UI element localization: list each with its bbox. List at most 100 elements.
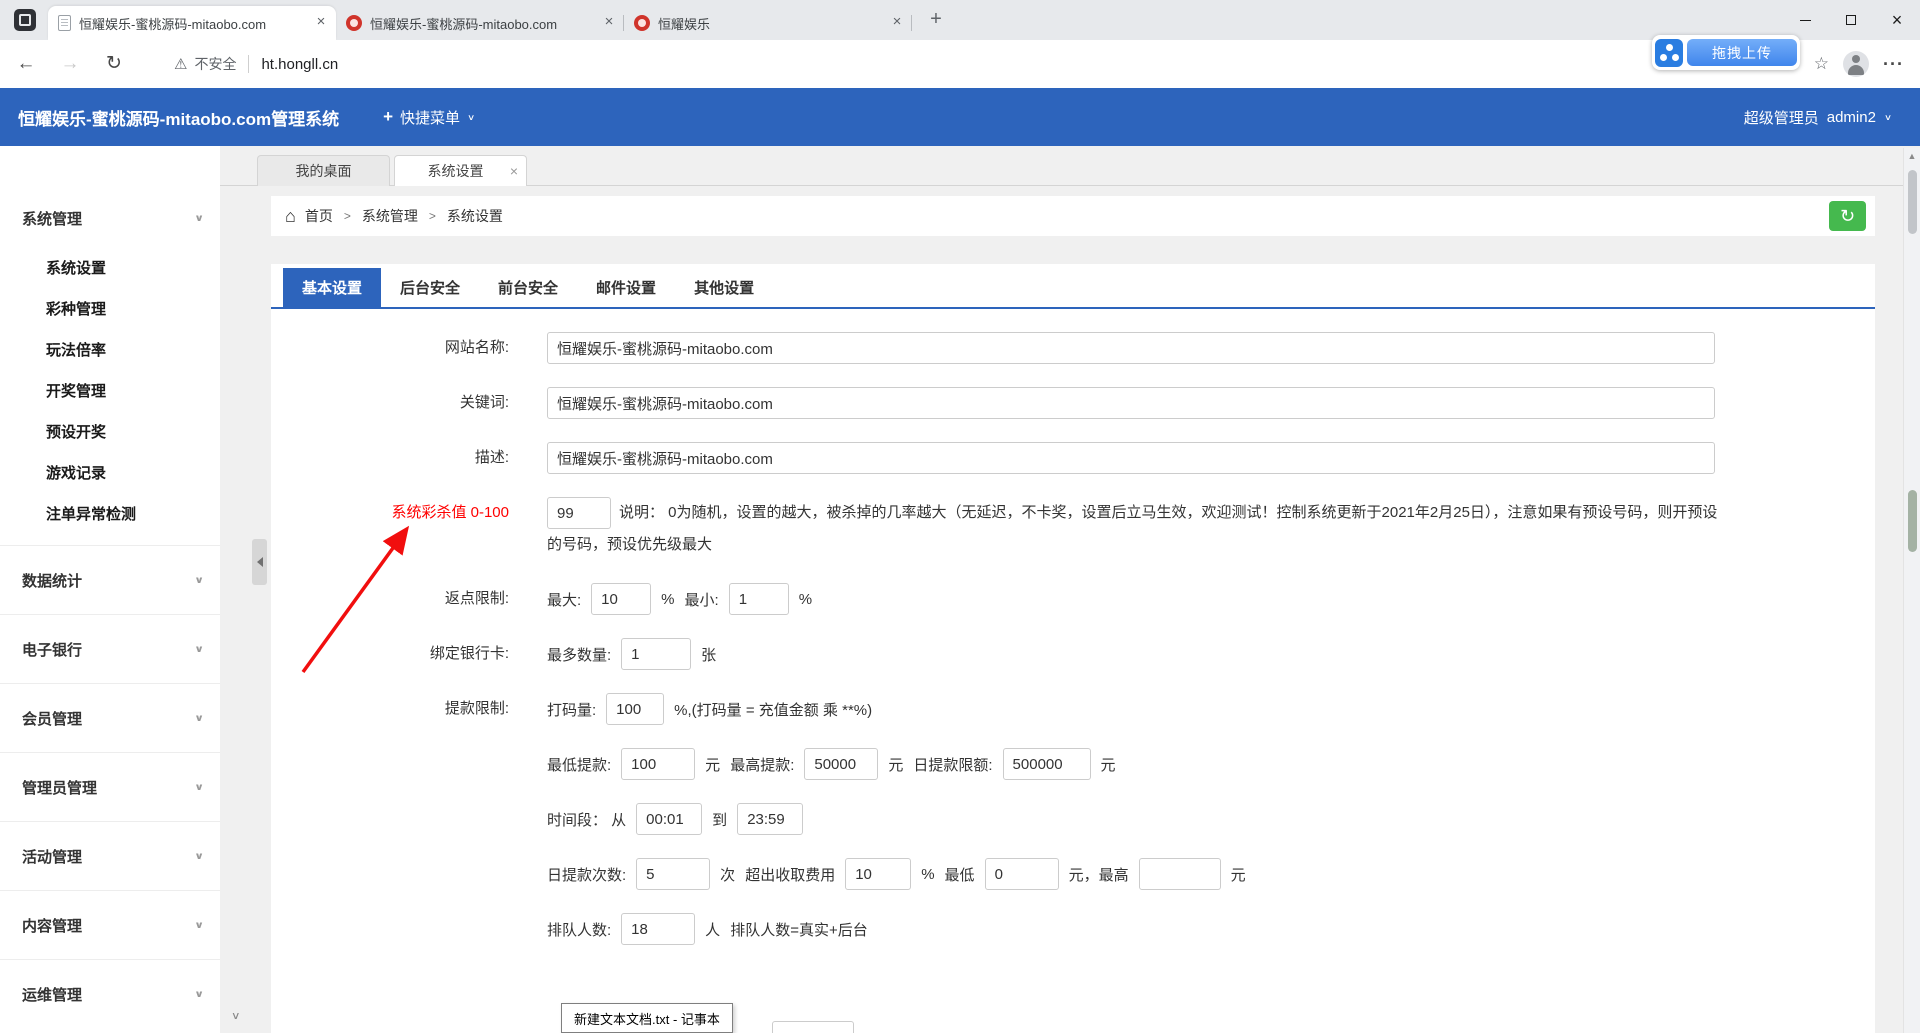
form-row-content: 说明： 0为随机，设置的越大，被杀掉的几率越大（无延迟，不卡奖，设置后立马生效，… <box>509 497 1725 560</box>
next-row-input[interactable] <box>772 1021 854 1033</box>
form-input[interactable] <box>985 858 1059 890</box>
tab-close-icon[interactable]: × <box>510 164 518 178</box>
form-row-5: 绑定银行卡:最多数量:张 <box>271 638 1875 670</box>
form-input[interactable] <box>606 693 664 725</box>
breadcrumb-home[interactable]: 首页 <box>305 206 333 226</box>
sidebar-group-header-0[interactable]: 系统管理∨ <box>0 192 220 244</box>
form-input[interactable] <box>547 497 611 529</box>
breadcrumb-system-management[interactable]: 系统管理 <box>362 206 418 226</box>
form-input[interactable] <box>547 332 1715 364</box>
sidebar-group-header-2[interactable]: 电子银行∨ <box>0 614 220 683</box>
form-row-content <box>509 387 1725 419</box>
form-input[interactable] <box>621 638 691 670</box>
sidebar-group-header-3[interactable]: 会员管理∨ <box>0 683 220 752</box>
drag-upload-extension[interactable]: 拖拽上传 <box>1652 35 1800 70</box>
maximize-button[interactable] <box>1828 0 1874 40</box>
chevron-down-icon: ∨ <box>194 574 204 585</box>
breadcrumb-system-settings[interactable]: 系统设置 <box>447 206 503 226</box>
quick-menu-button[interactable]: + 快捷菜单 ∨ <box>383 107 475 128</box>
sidebar-group-header-4[interactable]: 管理员管理∨ <box>0 752 220 821</box>
form-input[interactable] <box>804 748 878 780</box>
url-text[interactable]: ht.hongll.cn <box>261 56 338 73</box>
form-text: 到 <box>712 809 727 830</box>
form-text: 打码量: <box>547 699 596 720</box>
insecure-warning-icon: ⚠ <box>174 55 187 73</box>
form-input[interactable] <box>547 442 1715 474</box>
form-text: 时间段： 从 <box>547 809 626 830</box>
sidebar-group-4: 管理员管理∨ <box>0 752 220 821</box>
form-input[interactable] <box>621 913 695 945</box>
form-input[interactable] <box>845 858 911 890</box>
forward-button[interactable]: → <box>52 47 88 81</box>
sidebar-group-header-5[interactable]: 活动管理∨ <box>0 821 220 890</box>
settings-tab-前台安全[interactable]: 前台安全 <box>479 268 577 307</box>
new-tab-button[interactable]: + <box>922 6 950 34</box>
main-area: 我的桌面系统设置× ⌂ 首页 > 系统管理 > 系统设置 ↻ 基本设置后台安全前… <box>220 146 1920 1033</box>
drag-upload-button[interactable]: 拖拽上传 <box>1687 39 1797 66</box>
sidebar-item-游戏记录[interactable]: 游戏记录 <box>0 453 220 494</box>
settings-tab-后台安全[interactable]: 后台安全 <box>381 268 479 307</box>
sidebar-collapse-handle[interactable] <box>252 539 267 585</box>
form-text: 日提款次数: <box>547 864 626 885</box>
form-input[interactable] <box>547 387 1715 419</box>
sidebar-group-header-1[interactable]: 数据统计∨ <box>0 545 220 614</box>
form-input[interactable] <box>729 583 789 615</box>
scroll-up-icon[interactable]: ▲ <box>1904 151 1920 161</box>
home-icon: ⌂ <box>285 207 296 225</box>
breadcrumb-separator: > <box>344 209 351 223</box>
tab-close-icon[interactable]: × <box>600 14 618 32</box>
form-input[interactable] <box>737 803 803 835</box>
workspaces-icon[interactable] <box>14 9 36 31</box>
workspace-tab-1[interactable]: 系统设置× <box>394 155 527 186</box>
workspace-tab-0[interactable]: 我的桌面 <box>257 155 390 186</box>
form-row-content <box>509 332 1725 364</box>
form-text: 说明： 0为随机，设置的越大，被杀掉的几率越大（无延迟，不卡奖，设置后立马生效，… <box>547 504 1717 553</box>
browser-menu-icon[interactable]: ··· <box>1883 54 1904 75</box>
sidebar-item-预设开奖[interactable]: 预设开奖 <box>0 412 220 453</box>
sidebar-item-玩法倍率[interactable]: 玩法倍率 <box>0 330 220 371</box>
sidebar-group-2: 电子银行∨ <box>0 614 220 683</box>
sidebar-group-header-6[interactable]: 内容管理∨ <box>0 890 220 959</box>
browser-toolbar: ← → ↻ ⚠ 不安全 ht.hongll.cn ☆ ··· <box>0 40 1920 88</box>
user-menu[interactable]: 超级管理员 admin2 ∨ <box>1744 107 1892 128</box>
settings-tab-邮件设置[interactable]: 邮件设置 <box>577 268 675 307</box>
minimize-button[interactable] <box>1782 0 1828 40</box>
sidebar-item-彩种管理[interactable]: 彩种管理 <box>0 289 220 330</box>
sidebar-item-开奖管理[interactable]: 开奖管理 <box>0 371 220 412</box>
sidebar-group-header-7[interactable]: 运维管理∨ <box>0 959 220 1028</box>
browser-tab-2[interactable]: 恒耀娱乐× <box>624 6 912 40</box>
form-text: 元 <box>705 754 720 775</box>
sidebar-group-1: 数据统计∨ <box>0 545 220 614</box>
settings-tab-其他设置[interactable]: 其他设置 <box>675 268 773 307</box>
browser-tab-0[interactable]: 恒耀娱乐-蜜桃源码-mitaobo.com× <box>48 6 336 40</box>
profile-avatar[interactable] <box>1843 51 1869 77</box>
form-text: 最低 <box>945 864 975 885</box>
form-text: % <box>661 591 674 608</box>
browser-tab-1[interactable]: 恒耀娱乐-蜜桃源码-mitaobo.com× <box>336 6 624 40</box>
form-input[interactable] <box>591 583 651 615</box>
scrollbar[interactable]: ▲ <box>1903 148 1920 1033</box>
chevron-down-icon: ∨ <box>194 850 204 861</box>
reload-button[interactable]: ↻ <box>96 47 132 81</box>
form-row-4: 返点限制:最大:%最小:% <box>271 583 1875 615</box>
sidebar-item-系统设置[interactable]: 系统设置 <box>0 248 220 289</box>
back-button[interactable]: ← <box>8 47 44 81</box>
favorites-star-icon[interactable]: ☆ <box>1814 54 1829 74</box>
sidebar-group-7: 运维管理∨ <box>0 959 220 1028</box>
form-row-6: 提款限制:打码量:%,(打码量 = 充值金额 乘 **%) <box>271 693 1875 725</box>
form-input[interactable] <box>1139 858 1221 890</box>
settings-tab-基本设置[interactable]: 基本设置 <box>283 268 381 307</box>
form-input[interactable] <box>1003 748 1091 780</box>
tab-close-icon[interactable]: × <box>312 14 330 32</box>
form-text: %,(打码量 = 充值金额 乘 **%) <box>674 699 872 720</box>
panel-refresh-button[interactable]: ↻ <box>1829 201 1866 231</box>
close-button[interactable]: × <box>1874 0 1920 40</box>
sidebar-item-注单异常检测[interactable]: 注单异常检测 <box>0 494 220 535</box>
form-input[interactable] <box>636 858 710 890</box>
tab-close-icon[interactable]: × <box>888 14 906 32</box>
scrollbar-thumb[interactable] <box>1908 170 1917 234</box>
form-input[interactable] <box>636 803 702 835</box>
address-bar[interactable]: ⚠ 不安全 ht.hongll.cn <box>174 54 1814 74</box>
form-input[interactable] <box>621 748 695 780</box>
page-favicon <box>58 15 71 31</box>
